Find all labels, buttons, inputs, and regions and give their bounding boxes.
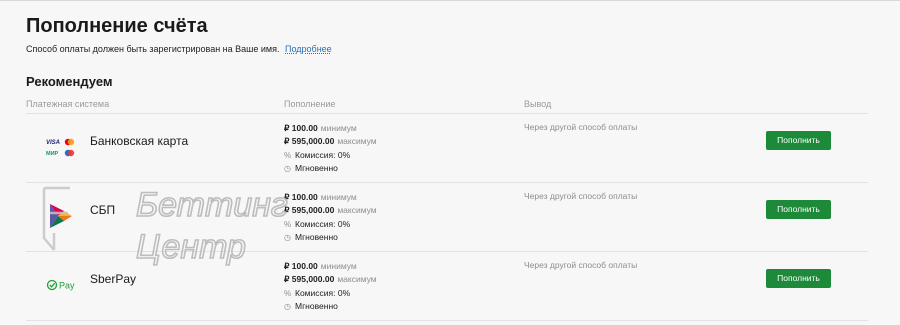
method-name: Банковская карта [90, 134, 189, 148]
min-label: минимум [320, 192, 357, 202]
sberpay-icon-text: Pay [59, 281, 75, 291]
clock-icon: ◷ [284, 301, 291, 311]
page-subtitle: Способ оплаты должен быть зарегистрирова… [26, 44, 332, 54]
deposit-button[interactable]: Пополнить [766, 131, 831, 150]
deposit-info: ₽ 100.00 минимум ₽ 595,000.00 максимум % Ко… [284, 122, 377, 175]
min-amount: ₽ 100.00 [284, 192, 318, 202]
card-brands-icon: VISA МИР [46, 138, 75, 157]
sberpay-icon: Pay [46, 279, 75, 291]
max-amount: ₽ 595,000.00 [284, 205, 335, 216]
min-amount: ₽ 100.00 [284, 123, 318, 133]
min-label: минимум [320, 123, 357, 133]
withdraw-info: Через другой способ оплаты [524, 260, 638, 270]
percent-icon: % [284, 150, 292, 160]
top-divider [0, 0, 900, 1]
withdraw-info: Через другой способ оплаты [524, 122, 638, 132]
deposit-info: ₽ 100.00 минимум ₽ 595,000.00 максимум % Ко… [284, 260, 377, 313]
max-label: максимум [337, 136, 377, 147]
speed: Мгновенно [295, 162, 338, 173]
commission: Комиссия: 0% [295, 287, 351, 298]
subtitle-text: Способ оплаты должен быть зарегистрирова… [26, 44, 280, 54]
mir-logo: МИР [46, 151, 59, 157]
payment-method-row: СБП ₽ 100.00 минимум ₽ 595,000.00 максимум… [26, 183, 868, 252]
page-title: Пополнение счёта [26, 15, 208, 37]
column-header-withdraw: Вывод [524, 99, 552, 109]
details-link[interactable]: Подробнее [285, 44, 332, 54]
speed: Мгновенно [295, 300, 338, 311]
withdraw-info: Через другой способ оплаты [524, 191, 638, 201]
section-title: Рекомендуем [26, 74, 113, 89]
percent-icon: % [284, 288, 292, 298]
max-label: максимум [337, 205, 377, 216]
max-amount: ₽ 595,000.00 [284, 136, 335, 147]
commission: Комиссия: 0% [295, 149, 351, 160]
clock-icon: ◷ [284, 163, 291, 173]
speed: Мгновенно [295, 231, 338, 242]
column-header-deposit: Пополнение [284, 99, 336, 109]
commission: Комиссия: 0% [295, 218, 351, 229]
deposit-button[interactable]: Пополнить [766, 200, 831, 219]
sbp-icon [50, 204, 72, 228]
percent-icon: % [284, 219, 292, 229]
column-header-system: Платежная система [26, 99, 110, 109]
min-amount: ₽ 100.00 [284, 261, 318, 271]
method-name: SberPay [90, 272, 137, 286]
payment-method-row: VISA МИР Банковская карта ₽ 100.00 миниму… [26, 114, 868, 183]
min-label: минимум [320, 261, 357, 271]
payment-method-row: Pay SberPay ₽ 100.00 минимум ₽ 595,000.00… [26, 252, 868, 321]
deposit-info: ₽ 100.00 минимум ₽ 595,000.00 максимум % Ко… [284, 191, 377, 244]
max-amount: ₽ 595,000.00 [284, 274, 335, 285]
max-label: максимум [337, 274, 377, 285]
method-name: СБП [90, 203, 116, 217]
visa-logo: VISA [46, 140, 60, 146]
clock-icon: ◷ [284, 232, 291, 242]
deposit-button[interactable]: Пополнить [766, 269, 831, 288]
